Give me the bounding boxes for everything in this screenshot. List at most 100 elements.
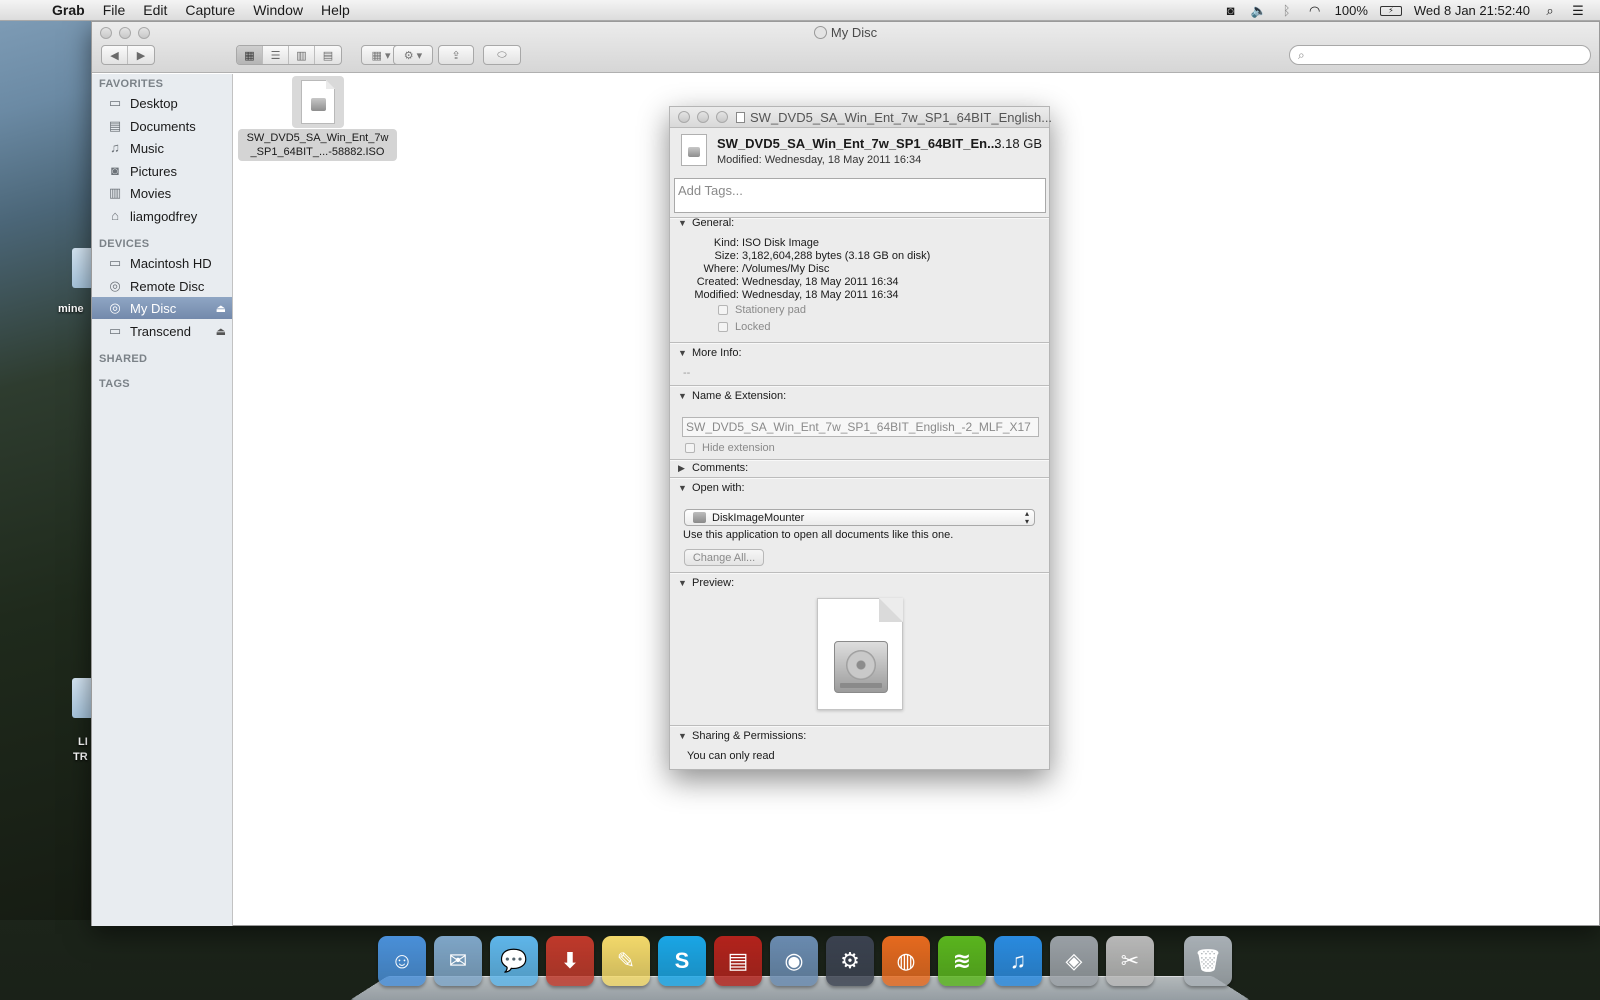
dock-utilities-icon[interactable]: ✂ — [1106, 936, 1154, 986]
dock-spotify-icon[interactable]: ≋ — [938, 936, 986, 986]
general-section-toggle[interactable]: ▼ General: — [678, 217, 734, 229]
battery-percentage[interactable]: 100% — [1335, 3, 1368, 18]
menu-bar: Grab File Edit Capture Window Help ◙ 🔈 ᛒ… — [0, 0, 1600, 21]
list-view-icon[interactable]: ☰ — [263, 46, 289, 64]
volume-icon[interactable]: 🔈 — [1251, 3, 1267, 18]
sidebar-item-my-disc[interactable]: ◎ My Disc ⏏ — [92, 297, 232, 319]
eject-icon[interactable]: ⏏ — [216, 325, 226, 338]
info-title-text: SW_DVD5_SA_Win_Ent_7w_SP1_64BIT_English.… — [750, 110, 1053, 125]
menu-file[interactable]: File — [103, 2, 126, 18]
dock-steam-icon[interactable]: ⚙ — [826, 936, 874, 986]
dock-photo-booth-icon[interactable]: ▤ — [714, 936, 762, 986]
info-minimize-button[interactable] — [697, 111, 709, 123]
locked-checkbox[interactable]: Locked — [718, 321, 770, 333]
file-name-field[interactable]: SW_DVD5_SA_Win_Ent_7w_SP1_64BIT_English_… — [682, 417, 1039, 437]
disclosure-right-icon: ▶ — [678, 462, 685, 473]
back-arrow-icon[interactable]: ◀ — [102, 46, 128, 64]
view-mode-buttons: ▦ ☰ ▥ ▤ — [236, 45, 342, 65]
dock-boot-camp-icon[interactable]: ◈ — [1050, 936, 1098, 986]
notification-app-icon[interactable]: ◙ — [1223, 3, 1239, 18]
preview-section-toggle[interactable]: ▼ Preview: — [678, 577, 734, 589]
menu-help[interactable]: Help — [321, 2, 350, 18]
sidebar-item-home[interactable]: ⌂ liamgodfrey — [92, 205, 232, 227]
open-with-popup[interactable]: DiskImageMounter ▴ ▾ — [684, 509, 1035, 526]
modified-label: Modified: — [694, 289, 739, 301]
iso-file-icon[interactable] — [292, 76, 344, 128]
sidebar-item-label: Remote Disc — [130, 278, 205, 294]
sidebar-item-remote-disc[interactable]: ◎ Remote Disc — [92, 275, 232, 297]
dock-finder-icon[interactable]: ☺ — [378, 936, 426, 986]
sidebar-item-movies[interactable]: ▥ Movies — [92, 182, 232, 204]
dock-stickies-icon[interactable]: ✎ — [602, 936, 650, 986]
battery-icon[interactable]: ⚡ — [1379, 5, 1402, 16]
dock-iphoto-icon[interactable]: ◉ — [770, 936, 818, 986]
movies-icon: ▥ — [108, 185, 122, 200]
info-close-button[interactable] — [678, 111, 690, 123]
sidebar-item-pictures[interactable]: ◙ Pictures — [92, 160, 232, 182]
bluetooth-icon[interactable]: ᛒ — [1279, 3, 1295, 18]
stationery-pad-checkbox[interactable]: Stationery pad — [718, 304, 806, 316]
tags-button[interactable]: ⬭ — [483, 45, 521, 65]
disclosure-down-icon: ▼ — [678, 348, 687, 358]
section-title: General: — [692, 217, 735, 229]
wifi-icon[interactable]: ◠ — [1307, 3, 1323, 18]
info-zoom-button[interactable] — [716, 111, 728, 123]
sidebar-item-label: Documents — [130, 118, 196, 134]
dock-icons: ☺ ✉ 💬 ⬇ ✎ S ▤ ◉ ⚙ ◍ ≋ ♫ ◈ ✂ 🗑 — [378, 936, 1232, 986]
modified-row: Modified: Wednesday, 18 May 2011 16:34 — [678, 289, 898, 301]
created-label: Created: — [696, 276, 739, 288]
cover-flow-icon[interactable]: ▤ — [315, 46, 341, 64]
menu-edit[interactable]: Edit — [143, 2, 167, 18]
add-tags-field[interactable]: Add Tags... — [674, 178, 1046, 213]
menu-capture[interactable]: Capture — [185, 2, 235, 18]
sidebar-item-desktop[interactable]: ▭ Desktop — [92, 92, 232, 114]
sidebar-item-label: Music — [130, 140, 164, 156]
finder-toolbar: My Disc ◀ ▶ ▦ ☰ ▥ ▤ ▦ ▾ ⚙ ▾ ⇪ ⬭ ⌕ — [92, 22, 1599, 73]
more-info-section-toggle[interactable]: ▼ More Info: — [678, 347, 742, 359]
sidebar-item-documents[interactable]: ▤ Documents — [92, 115, 232, 137]
open-with-section-toggle[interactable]: ▼ Open with: — [678, 482, 745, 494]
dock-downloader-icon[interactable]: ⬇ — [546, 936, 594, 986]
sidebar-item-label: Transcend — [130, 323, 191, 339]
sidebar-header-shared: SHARED — [99, 353, 148, 365]
checkbox — [718, 305, 728, 315]
name-extension-section-toggle[interactable]: ▼ Name & Extension: — [678, 390, 786, 402]
dock-messages-icon[interactable]: 💬 — [490, 936, 538, 986]
menubar-clock[interactable]: Wed 8 Jan 21:52:40 — [1414, 3, 1530, 18]
sidebar-item-music[interactable]: ♫ Music — [92, 137, 232, 159]
menu-window[interactable]: Window — [253, 2, 303, 18]
share-button[interactable]: ⇪ — [438, 45, 474, 65]
iso-file-label[interactable]: SW_DVD5_SA_Win_Ent_7w _SP1_64BIT_...-588… — [238, 129, 397, 161]
notification-center-icon[interactable]: ☰ — [1570, 3, 1586, 18]
forward-arrow-icon[interactable]: ▶ — [128, 46, 154, 64]
disclosure-down-icon: ▼ — [678, 578, 687, 588]
info-window-title: SW_DVD5_SA_Win_Ent_7w_SP1_64BIT_English.… — [736, 110, 1052, 125]
eject-icon[interactable]: ⏏ — [216, 302, 226, 315]
home-icon: ⌂ — [111, 208, 119, 223]
disc-title-icon — [813, 26, 827, 39]
share-icon: ⇪ — [451, 49, 461, 62]
comments-section-toggle[interactable]: ▶ Comments: — [678, 462, 748, 474]
window-title: My Disc — [92, 25, 1599, 40]
column-view-icon[interactable]: ▥ — [289, 46, 315, 64]
sidebar-item-transcend[interactable]: ▭ Transcend ⏏ — [92, 320, 232, 342]
size-row: Size: 3,182,604,288 bytes (3.18 GB on dis… — [678, 250, 931, 262]
dock-mail-icon[interactable]: ✉ — [434, 936, 482, 986]
search-input[interactable]: ⌕ — [1289, 45, 1591, 65]
divider — [670, 385, 1049, 387]
dock-skype-icon[interactable]: S — [658, 936, 706, 986]
icon-view-icon[interactable]: ▦ — [237, 46, 263, 64]
sidebar-item-macintosh-hd[interactable]: ▭ Macintosh HD — [92, 252, 232, 274]
change-all-button[interactable]: Change All... — [684, 549, 764, 566]
spotlight-search-icon[interactable]: ⌕ — [1542, 3, 1558, 18]
menu-app-name[interactable]: Grab — [52, 2, 85, 18]
section-title: Name & Extension: — [692, 390, 787, 402]
dock-itunes-icon[interactable]: ♫ — [994, 936, 1042, 986]
action-button[interactable]: ⚙ ▾ — [393, 45, 433, 65]
popup-arrows-icon: ▴ ▾ — [1024, 509, 1029, 526]
divider — [670, 459, 1049, 461]
dock-trash-icon[interactable]: 🗑 — [1184, 936, 1232, 986]
dock-firefox-icon[interactable]: ◍ — [882, 936, 930, 986]
hide-extension-checkbox[interactable]: Hide extension — [685, 442, 775, 454]
sharing-section-toggle[interactable]: ▼ Sharing & Permissions: — [678, 730, 806, 742]
